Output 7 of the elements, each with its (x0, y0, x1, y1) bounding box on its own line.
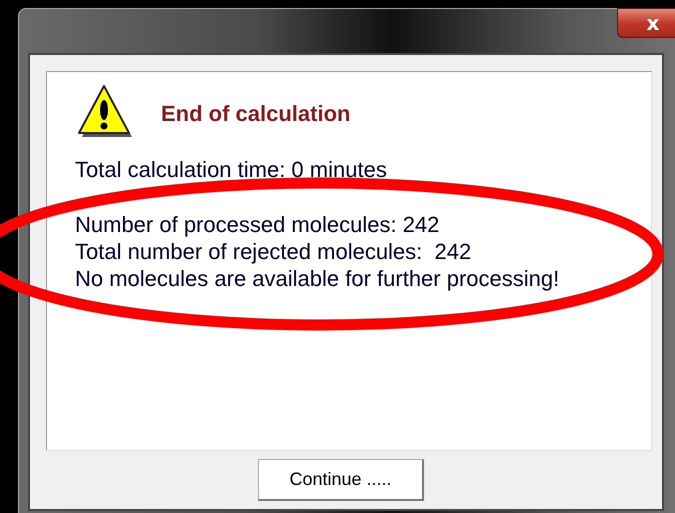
continue-button[interactable]: Continue ..... (258, 459, 424, 501)
result-text: Number of processed molecules: 242 (75, 211, 440, 238)
calculation-time-text: Total calculation time: 0 minutes (75, 156, 388, 183)
dialog-heading: End of calculation (161, 101, 350, 127)
result-text: Total number of rejected molecules: 242 (75, 238, 472, 265)
result-text: No molecules are available for further processing! (75, 265, 560, 292)
close-button[interactable]: x (617, 8, 675, 38)
